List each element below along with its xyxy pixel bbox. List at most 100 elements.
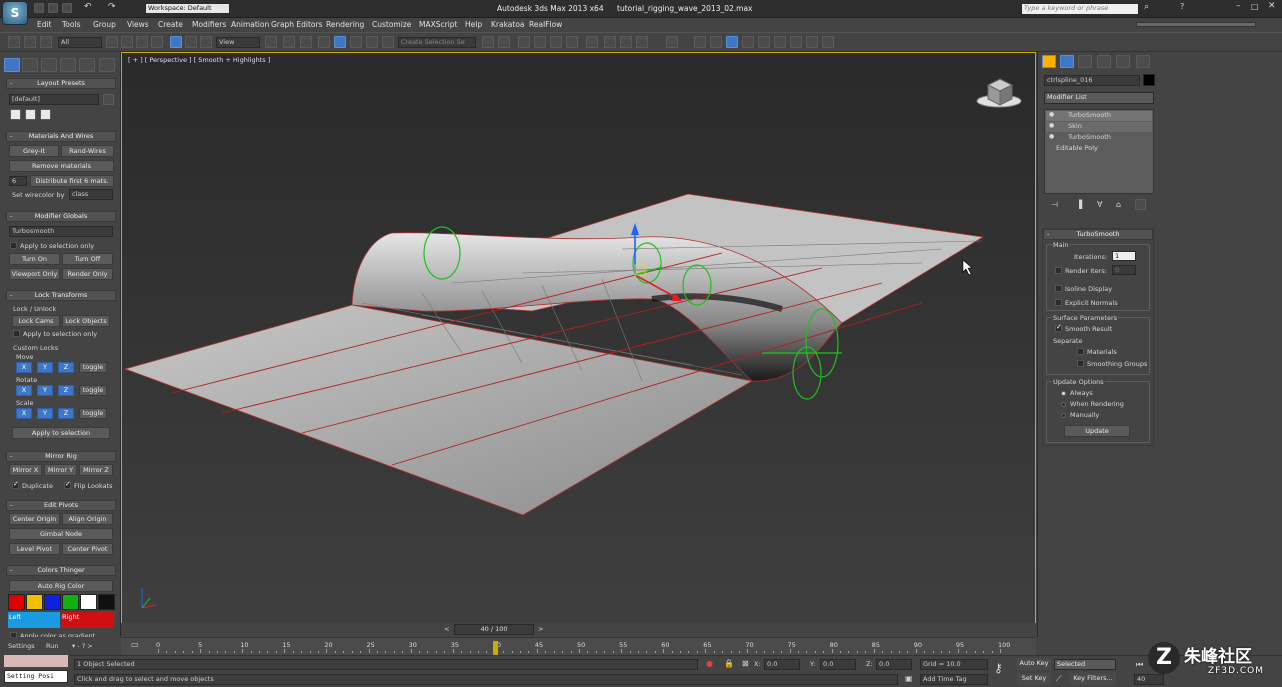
auto-key-button[interactable]: Auto Key <box>1017 658 1051 670</box>
script-button-5-icon[interactable] <box>742 36 754 48</box>
scale-y-toggle[interactable]: Y <box>37 408 53 419</box>
rotate-y-toggle[interactable]: Y <box>37 385 53 396</box>
menu-maxscript[interactable]: MAXScript <box>419 20 458 29</box>
turn-off-button[interactable]: Turn Off <box>62 253 113 265</box>
rotate-toggle-button[interactable]: toggle <box>79 385 107 396</box>
wave-plane-mesh[interactable] <box>123 193 985 516</box>
viewcube-icon[interactable] <box>976 78 1022 108</box>
smooth-result-checkbox[interactable] <box>1055 323 1062 332</box>
color-swatch[interactable] <box>8 594 25 610</box>
tab-brush-icon[interactable] <box>41 58 57 72</box>
transform-mode-icon[interactable]: ⊠ <box>742 659 749 668</box>
help-icon[interactable]: ? <box>1180 2 1184 11</box>
scale-toggle-button[interactable]: toggle <box>79 408 107 419</box>
open-icon[interactable] <box>48 3 58 13</box>
iterations-spinner[interactable]: 1 <box>1112 251 1136 261</box>
isolate-selection-icon[interactable]: ● <box>706 659 713 668</box>
color-swatch[interactable] <box>62 594 79 610</box>
render-only-button[interactable]: Render Only <box>62 268 113 280</box>
menu-customize[interactable]: Customize <box>372 20 411 29</box>
lock-transforms-header[interactable]: Lock Transforms <box>6 290 116 301</box>
x-coord-spinner[interactable]: 0.0 <box>764 659 800 670</box>
set-key-icon[interactable]: ⚷ <box>994 661 1003 675</box>
tab-skin-icon[interactable] <box>22 58 38 72</box>
remove-modifier-icon[interactable]: ⌂ <box>1116 200 1121 209</box>
add-time-tag-field[interactable]: Add Time Tag <box>920 674 988 685</box>
preset-save-icon[interactable] <box>10 109 21 120</box>
modifier-apply-sel-checkbox[interactable] <box>10 242 17 249</box>
grey-it-button[interactable]: Grey-It <box>9 145 59 157</box>
current-frame-marker[interactable] <box>492 641 498 655</box>
show-end-result-icon[interactable]: ▐ <box>1076 200 1082 209</box>
motion-tab-icon[interactable] <box>1097 55 1111 68</box>
colors-thinger-header[interactable]: Colors Thinger <box>6 565 116 576</box>
center-origin-button[interactable]: Center Origin <box>9 513 60 525</box>
select-rotate-icon[interactable] <box>185 36 197 48</box>
rand-wires-button[interactable]: Rand-Wires <box>61 145 114 157</box>
key-mode-dropdown[interactable]: Selected <box>1054 659 1116 670</box>
distribute-button[interactable]: Distribute first 6 mats. <box>30 175 114 187</box>
menu-views[interactable]: Views <box>127 20 149 29</box>
viewport-only-button[interactable]: Viewport Only <box>9 268 60 280</box>
select-scale-icon[interactable] <box>200 36 212 48</box>
app-logo-icon[interactable]: S <box>2 1 28 25</box>
script-button-9-icon[interactable] <box>806 36 818 48</box>
modify-tab-icon[interactable] <box>1060 55 1074 68</box>
move-y-toggle[interactable]: Y <box>37 362 53 373</box>
edit-pivots-header[interactable]: Edit Pivots <box>6 500 116 511</box>
y-coord-spinner[interactable]: 0.0 <box>820 659 856 670</box>
script-button-10-icon[interactable] <box>822 36 834 48</box>
color-swatch[interactable] <box>98 594 115 610</box>
bind-spacewarp-icon[interactable] <box>40 36 52 48</box>
menu-edit[interactable]: Edit <box>37 20 52 29</box>
gimbal-node-button[interactable]: Gimbal Node <box>9 528 113 540</box>
apply-to-selection-button[interactable]: Apply to selection <box>12 427 110 439</box>
selection-filter-dropdown[interactable]: All <box>58 37 102 48</box>
mirror-y-button[interactable]: Mirror Y <box>44 464 77 476</box>
menu-tools[interactable]: Tools <box>62 20 80 29</box>
maxscript-listener-input[interactable]: Setting Posi <box>4 670 68 683</box>
layout-presets-header[interactable]: Layout Presets <box>6 78 116 89</box>
wirecolor-dropdown[interactable]: class <box>69 189 113 200</box>
lightbulb-icon[interactable]: ● <box>1049 111 1054 118</box>
materials-wires-header[interactable]: Materials And Wires <box>6 131 116 142</box>
select-by-name-icon[interactable] <box>121 36 133 48</box>
center-pivot-button[interactable]: Center Pivot <box>62 543 113 555</box>
stack-item-skin[interactable]: Skin <box>1046 122 1152 132</box>
script-button-8-icon[interactable] <box>790 36 802 48</box>
run-tab[interactable]: Run <box>46 642 58 650</box>
scale-x-toggle[interactable]: X <box>16 408 32 419</box>
flip-lookats-checkbox[interactable] <box>64 480 71 489</box>
search-input[interactable]: Type a keyword or phrase <box>1021 3 1139 15</box>
select-move-icon[interactable] <box>170 36 182 48</box>
maxscript-mini-listener[interactable] <box>4 655 68 667</box>
menu-create[interactable]: Create <box>158 20 183 29</box>
settings-tab[interactable]: Settings <box>8 642 35 650</box>
pin-stack-icon[interactable]: ⊣ <box>1051 200 1058 209</box>
close-icon[interactable]: ✕ <box>1268 1 1276 11</box>
menu-bar-slider[interactable] <box>1136 22 1256 27</box>
menu-realflow[interactable]: RealFlow <box>529 20 562 29</box>
align-icon[interactable] <box>498 36 510 48</box>
utilities-tab-icon[interactable] <box>1136 55 1150 68</box>
move-z-toggle[interactable]: Z <box>58 362 74 373</box>
update-always-radio[interactable] <box>1061 391 1066 396</box>
track-bar[interactable]: ▭ 05101520253035404550556065707580859095… <box>121 637 1036 655</box>
lock-apply-sel-checkbox[interactable] <box>13 330 20 337</box>
script-button-4-icon[interactable] <box>726 36 738 48</box>
auto-rig-color-button[interactable]: Auto Rig Color <box>9 580 113 592</box>
prev-frame-icon[interactable]: < <box>444 625 449 633</box>
unlink-icon[interactable] <box>24 36 36 48</box>
make-unique-icon[interactable]: ∀ <box>1097 200 1102 209</box>
render-production-icon[interactable] <box>636 36 648 48</box>
distribute-count-spinner[interactable]: 6 <box>9 176 27 186</box>
explicit-normals-checkbox[interactable] <box>1055 299 1062 306</box>
object-name-field[interactable]: ctrlspline_016 <box>1044 75 1140 86</box>
layer-manager-icon[interactable] <box>518 36 530 48</box>
pivot-center-icon[interactable] <box>265 36 277 48</box>
mirror-icon[interactable] <box>482 36 494 48</box>
named-selection-input[interactable]: Create Selection Se <box>398 37 476 48</box>
workspace-dropdown[interactable]: Workspace: Default <box>145 3 230 14</box>
menu-help[interactable]: Help <box>465 20 482 29</box>
undo-icon[interactable]: ↶ <box>84 2 92 12</box>
